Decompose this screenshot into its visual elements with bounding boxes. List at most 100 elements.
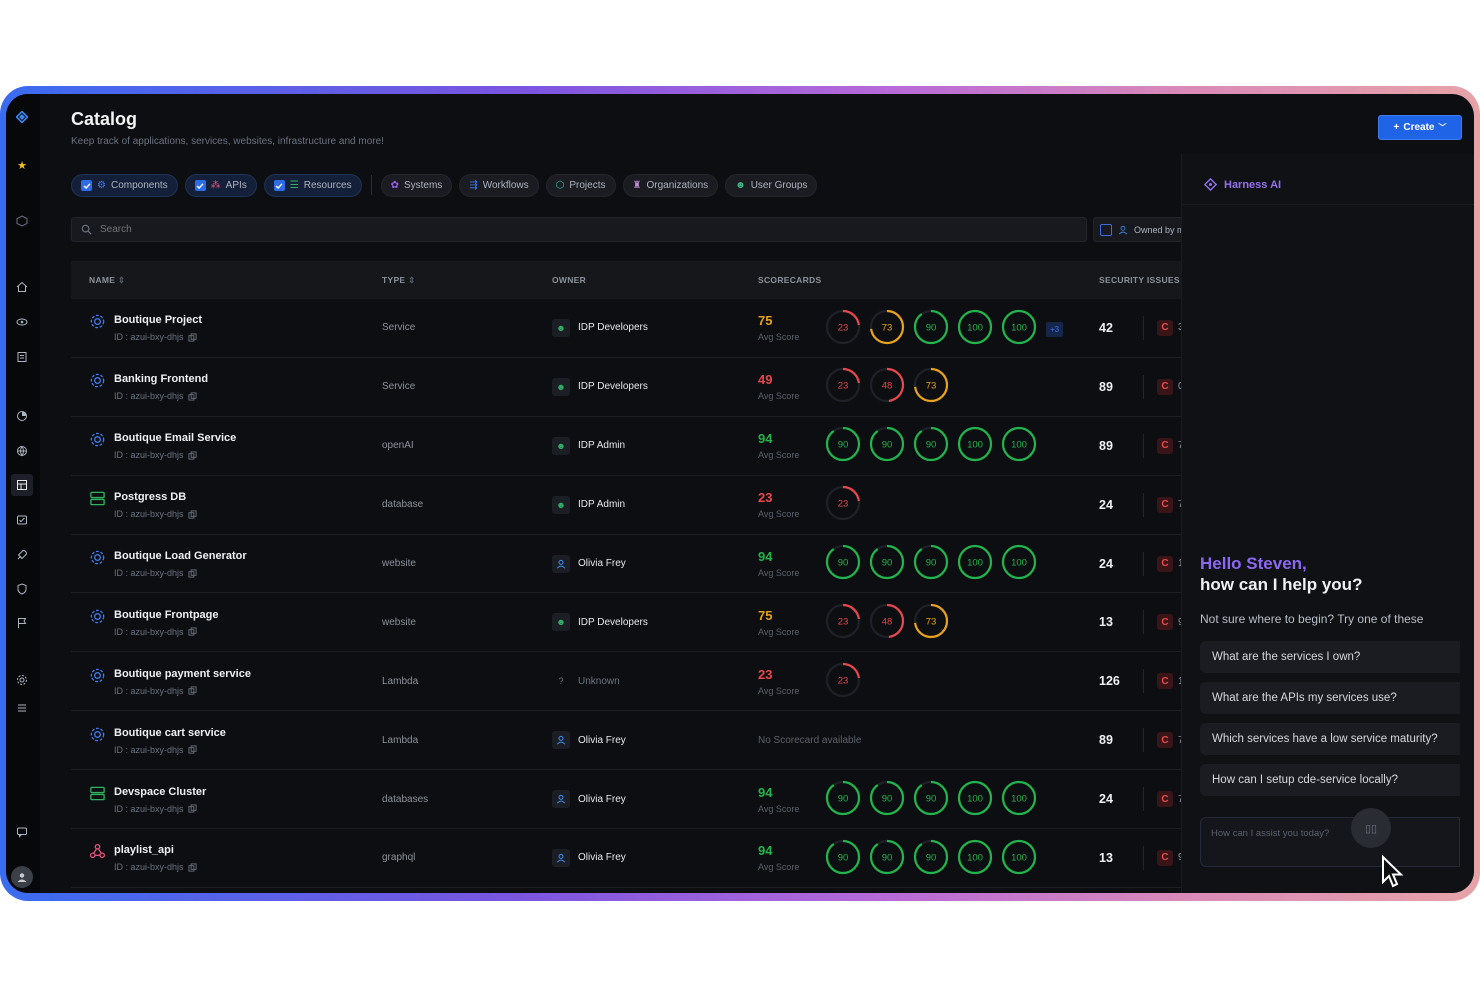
copy-icon[interactable] xyxy=(187,392,197,401)
entity-name[interactable]: Boutique Project xyxy=(114,313,202,327)
entity-owner[interactable]: Olivia Frey xyxy=(552,790,626,809)
scorecard-ring[interactable]: 90 xyxy=(824,838,862,881)
scorecard-icon[interactable] xyxy=(11,509,33,531)
entity-name-cell[interactable]: Banking Frontend ID : azui-bxy-dhjs xyxy=(89,372,369,401)
checkbox-checked-icon[interactable] xyxy=(81,180,92,191)
table-row[interactable]: Boutique cart service ID : azui-bxy-dhjs L… xyxy=(71,711,1215,771)
table-row[interactable]: Boutique Frontpage ID : azui-bxy-dhjs webs… xyxy=(71,593,1215,653)
entity-name[interactable]: Boutique Frontpage xyxy=(114,608,219,622)
scorecard-ring[interactable]: 100 xyxy=(956,779,994,822)
entity-owner[interactable]: ☻ IDP Admin xyxy=(552,495,625,514)
entity-name[interactable]: playlist_api xyxy=(114,843,197,857)
entity-name-cell[interactable]: Boutique Project ID : azui-bxy-dhjs xyxy=(89,313,369,342)
filter-chip-organizations[interactable]: ♜ Organizations xyxy=(622,174,719,197)
scorecard-ring[interactable]: 48 xyxy=(868,602,906,645)
scorecard-ring[interactable]: 90 xyxy=(824,425,862,468)
entity-name[interactable]: Devspace Cluster xyxy=(114,785,206,799)
eye-icon[interactable] xyxy=(11,311,33,333)
copy-icon[interactable] xyxy=(187,333,197,342)
scorecard-ring[interactable]: 48 xyxy=(868,366,906,409)
table-row[interactable]: Banking Frontend ID : azui-bxy-dhjs Servic… xyxy=(71,358,1215,417)
copy-icon[interactable] xyxy=(187,804,197,813)
entity-owner[interactable]: Olivia Frey xyxy=(552,554,626,573)
scorecard-ring[interactable]: 23 xyxy=(824,366,862,409)
copy-icon[interactable] xyxy=(187,686,197,695)
entity-name-cell[interactable]: Devspace Cluster ID : azui-bxy-dhjs xyxy=(89,785,369,814)
entity-name[interactable]: Boutique payment service xyxy=(114,667,251,681)
entity-name[interactable]: Banking Frontend xyxy=(114,372,208,386)
globe-icon[interactable] xyxy=(11,440,33,462)
col-type[interactable]: TYPE ⇕ xyxy=(382,275,416,286)
search-box[interactable] xyxy=(71,217,1087,242)
entity-owner[interactable]: Olivia Frey xyxy=(552,848,626,867)
entity-name[interactable]: Boutique Email Service xyxy=(114,431,236,445)
table-row[interactable]: Devspace Cluster ID : azui-bxy-dhjs databa… xyxy=(71,770,1215,830)
entity-name-cell[interactable]: Boutique Email Service ID : azui-bxy-dhjs xyxy=(89,431,369,460)
table-row[interactable]: Postgress DB ID : azui-bxy-dhjs database ☻ I… xyxy=(71,476,1215,535)
copy-icon[interactable] xyxy=(187,627,197,636)
entity-owner[interactable]: Olivia Frey xyxy=(552,731,626,750)
copy-icon[interactable] xyxy=(187,451,197,460)
create-button[interactable]: + Create ﹀ xyxy=(1378,115,1462,140)
star-icon[interactable]: ★ xyxy=(11,154,33,176)
entity-owner[interactable]: ☻ IDP Admin xyxy=(552,436,625,455)
table-row[interactable]: playlist_api ID : azui-bxy-dhjs graphql Oli… xyxy=(71,829,1215,888)
table-row[interactable]: Boutique Load Generator ID : azui-bxy-dhj… xyxy=(71,535,1215,594)
table-row[interactable]: Boutique payment service ID : azui-bxy-dh… xyxy=(71,652,1215,712)
scorecard-ring[interactable]: 100 xyxy=(956,308,994,351)
scorecard-ring[interactable]: 100 xyxy=(1000,838,1038,881)
scorecard-ring[interactable]: 100 xyxy=(956,838,994,881)
scorecard-ring[interactable]: 100 xyxy=(1000,308,1038,351)
scorecard-ring[interactable]: 73 xyxy=(912,366,950,409)
gear-icon[interactable] xyxy=(11,669,33,691)
scorecard-ring[interactable]: 90 xyxy=(824,543,862,586)
entity-name[interactable]: Boutique Load Generator xyxy=(114,549,247,563)
scorecard-ring[interactable]: 90 xyxy=(912,838,950,881)
scorecard-ring[interactable]: 23 xyxy=(824,602,862,645)
scorecard-ring[interactable]: 90 xyxy=(868,779,906,822)
entity-name[interactable]: Postgress DB xyxy=(114,490,197,504)
suggestion-button[interactable]: Which services have a low service maturi… xyxy=(1200,723,1460,755)
scorecard-ring[interactable]: 23 xyxy=(824,661,862,704)
filter-chip-user-groups[interactable]: ☻ User Groups xyxy=(725,174,818,197)
table-row[interactable]: Boutique Email Service ID : azui-bxy-dhjs… xyxy=(71,417,1215,476)
scorecard-ring[interactable]: 100 xyxy=(1000,779,1038,822)
voice-icon[interactable]: ▯▯ xyxy=(1351,808,1391,848)
col-name[interactable]: NAME ⇕ xyxy=(89,275,125,286)
suggestion-button[interactable]: What are the APIs my services use? xyxy=(1200,682,1460,714)
suggestion-button[interactable]: How can I setup cde-service locally? xyxy=(1200,764,1460,796)
scorecard-ring[interactable]: 23 xyxy=(824,308,862,351)
copy-icon[interactable] xyxy=(187,863,197,872)
catalog-icon[interactable] xyxy=(11,474,33,496)
chart-icon[interactable] xyxy=(11,405,33,427)
copy-icon[interactable] xyxy=(187,510,197,519)
scorecard-ring[interactable]: 100 xyxy=(1000,543,1038,586)
ai-chat-input[interactable]: How can I assist you today? ▯▯ xyxy=(1200,808,1460,888)
avatar[interactable] xyxy=(11,866,33,888)
menu-icon[interactable] xyxy=(11,697,33,719)
cube-icon[interactable] xyxy=(11,210,33,232)
flag-icon[interactable] xyxy=(11,612,33,634)
entity-name[interactable]: Boutique cart service xyxy=(114,726,226,740)
rocket-icon[interactable] xyxy=(11,544,33,566)
scorecard-ring[interactable]: 23 xyxy=(824,484,862,527)
owned-checkbox[interactable] xyxy=(1100,223,1112,236)
scorecard-ring[interactable]: 100 xyxy=(1000,425,1038,468)
filter-chip-workflows[interactable]: ⇶ Workflows xyxy=(459,174,539,197)
scorecard-ring[interactable]: 100 xyxy=(956,425,994,468)
scorecard-ring[interactable]: 90 xyxy=(912,308,950,351)
entity-name-cell[interactable]: Postgress DB ID : azui-bxy-dhjs xyxy=(89,490,369,519)
scorecard-ring[interactable]: 90 xyxy=(912,779,950,822)
home-icon[interactable] xyxy=(11,276,33,298)
search-input[interactable] xyxy=(100,224,1000,235)
col-security-issues[interactable]: SECURITY ISSUES ⇕ xyxy=(1099,275,1190,286)
scorecard-ring[interactable]: 90 xyxy=(868,838,906,881)
harness-logo-icon[interactable] xyxy=(11,106,33,128)
scorecard-ring[interactable]: 90 xyxy=(912,543,950,586)
copy-icon[interactable] xyxy=(187,745,197,754)
scorecard-ring[interactable]: 73 xyxy=(868,308,906,351)
filter-chip-components[interactable]: ⚙ Components xyxy=(71,174,178,197)
copy-icon[interactable] xyxy=(187,568,197,578)
entity-owner[interactable]: ? Unknown xyxy=(552,672,619,690)
document-icon[interactable] xyxy=(11,346,33,368)
